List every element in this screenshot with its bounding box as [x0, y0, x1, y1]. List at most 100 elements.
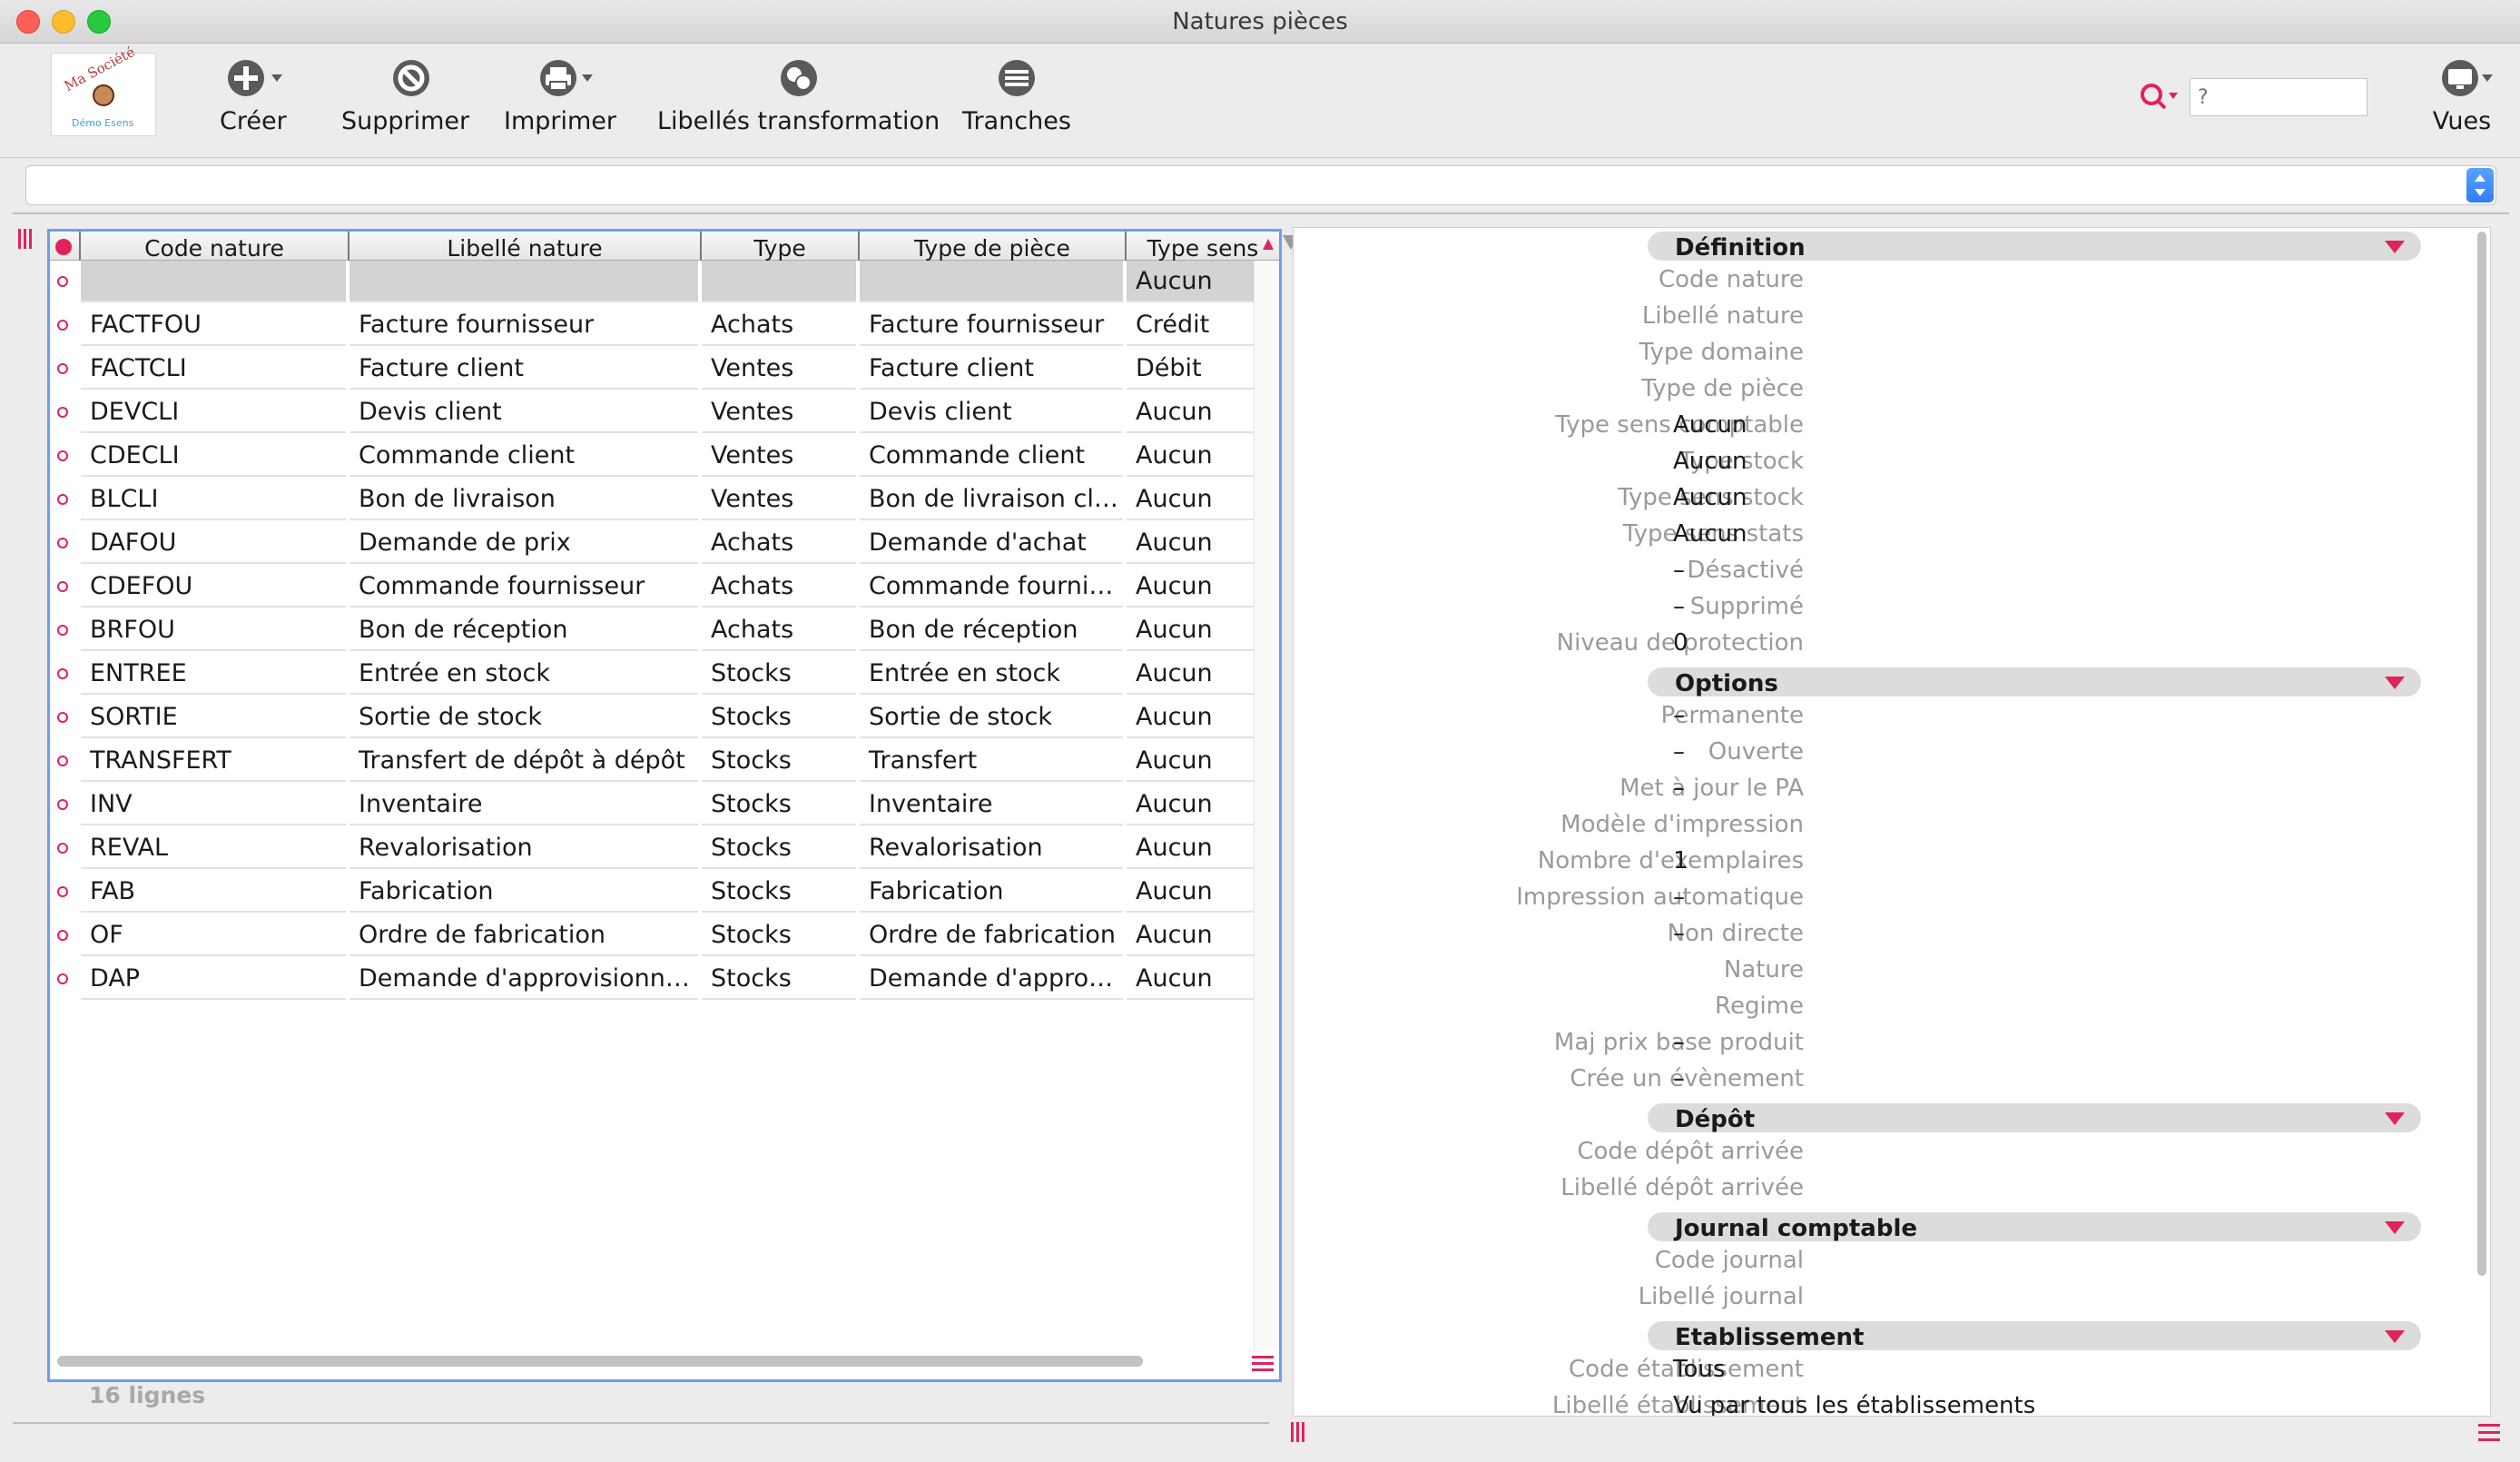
- field-value[interactable]: –: [1673, 736, 1685, 767]
- field-label: Nombre d'exemplaires: [1537, 847, 1804, 874]
- field-value[interactable]: –: [1673, 700, 1685, 731]
- table-row[interactable]: ENTREE Entrée en stock Stocks Entrée en …: [50, 653, 1254, 696]
- section-etablissement[interactable]: Etablissement: [1648, 1321, 2421, 1351]
- field-label: Code dépôt arrivée: [1577, 1138, 1804, 1165]
- cell-code: BLCLI: [81, 479, 346, 520]
- column-header-code[interactable]: Code nature: [81, 232, 349, 262]
- collapse-caret-icon[interactable]: [2385, 1330, 2405, 1343]
- cell-libelle: Fabrication: [349, 871, 698, 913]
- labels-transformation-button[interactable]: Libellés transformation: [657, 54, 940, 135]
- cell-type-piece: Sortie de stock: [860, 696, 1123, 738]
- table-row[interactable]: CDECLI Commande client Ventes Commande c…: [50, 435, 1254, 479]
- field-value[interactable]: –: [1673, 555, 1685, 586]
- field-label: Libellé journal: [1638, 1283, 1804, 1310]
- column-header-type-sens-label: Type sens: [1147, 235, 1259, 262]
- cell-type: Stocks: [702, 827, 856, 869]
- cell-libelle: Ordre de fabrication: [349, 914, 698, 956]
- section-definition[interactable]: Définition: [1648, 232, 2421, 262]
- table-header: Code nature Libellé nature Type Type de …: [50, 232, 1279, 262]
- cell-type: Achats: [702, 304, 856, 346]
- section-depot[interactable]: Dépôt: [1648, 1103, 2421, 1133]
- table-vertical-scrollbar[interactable]: [1254, 261, 1279, 1350]
- section-journal[interactable]: Journal comptable: [1648, 1212, 2421, 1242]
- collapse-caret-icon[interactable]: [2385, 1221, 2405, 1234]
- cell-type-piece: Transfert: [860, 740, 1123, 782]
- table-row[interactable]: OF Ordre de fabrication Stocks Ordre de …: [50, 914, 1254, 958]
- table-row[interactable]: FAB Fabrication Stocks Fabrication Aucun: [50, 871, 1254, 914]
- table-row[interactable]: FACTFOU Facture fournisseur Achats Factu…: [50, 304, 1254, 348]
- cell-libelle: Commande client: [349, 435, 698, 477]
- table-row[interactable]: DAP Demande d'approvisionne... Stocks De…: [50, 958, 1254, 1002]
- collapse-caret-icon[interactable]: [2385, 1112, 2405, 1125]
- cell-type-piece: Devis client: [860, 391, 1123, 433]
- field-value[interactable]: Aucun: [1673, 519, 1747, 549]
- field-value[interactable]: –: [1673, 1063, 1685, 1094]
- column-header-type-piece[interactable]: Type de pièce: [860, 232, 1127, 262]
- column-header-type-sens[interactable]: Type sens: [1127, 232, 1279, 262]
- table-row[interactable]: Aucun: [50, 261, 1254, 304]
- right-panel-resize-handle[interactable]: [1291, 1422, 1309, 1444]
- scroll-thumb[interactable]: [2477, 232, 2486, 1276]
- table-row[interactable]: CDEFOU Commande fournisseur Achats Comma…: [50, 566, 1254, 609]
- field-value[interactable]: 0: [1673, 627, 1688, 658]
- row-marker-icon: [57, 886, 68, 897]
- filter-select[interactable]: [25, 165, 2496, 205]
- ranges-button[interactable]: Tranches: [962, 54, 1071, 135]
- labels-transformation-label: Libellés transformation: [657, 107, 940, 135]
- field-value[interactable]: –: [1673, 882, 1685, 913]
- field-value[interactable]: –: [1673, 591, 1685, 622]
- ranges-label: Tranches: [962, 107, 1071, 135]
- field-value[interactable]: Tous: [1673, 1354, 1725, 1385]
- detail-options-menu-icon[interactable]: [2478, 1424, 2500, 1446]
- field-value[interactable]: Aucun: [1673, 446, 1747, 477]
- detail-scrollbar[interactable]: [2474, 232, 2490, 1276]
- search-icon[interactable]: [2139, 82, 2180, 113]
- field-value[interactable]: Aucun: [1673, 410, 1747, 440]
- field-label: Nature: [1723, 956, 1804, 983]
- section-title: Définition: [1675, 234, 1806, 262]
- field-label: Type de pièce: [1641, 375, 1804, 402]
- select-all-column[interactable]: [50, 232, 81, 261]
- cell-type-piece: Facture fournisseur: [860, 304, 1123, 346]
- field-value[interactable]: –: [1673, 918, 1685, 949]
- cell-type-piece: Commande client: [860, 435, 1123, 477]
- table-row[interactable]: REVAL Revalorisation Stocks Revalorisati…: [50, 827, 1254, 871]
- table-row[interactable]: BRFOU Bon de réception Achats Bon de réc…: [50, 609, 1254, 653]
- field-value[interactable]: Vu par tous les établissements: [1673, 1390, 2035, 1416]
- delete-button[interactable]: Supprimer: [341, 54, 469, 135]
- cell-code: FAB: [81, 871, 346, 913]
- table-row[interactable]: BLCLI Bon de livraison Ventes Bon de liv…: [50, 479, 1254, 522]
- field-value[interactable]: –: [1673, 1027, 1685, 1058]
- table-horizontal-scrollbar[interactable]: [57, 1356, 1143, 1367]
- field-value[interactable]: –: [1673, 773, 1685, 804]
- list-options-menu-icon[interactable]: [1252, 1356, 1274, 1374]
- delete-label: Supprimer: [341, 107, 470, 135]
- field-value[interactable]: 1: [1673, 845, 1688, 876]
- row-marker-icon: [57, 276, 68, 287]
- cell-code: DAP: [81, 958, 346, 1000]
- create-button[interactable]: Créer: [220, 54, 287, 135]
- left-panel-resize-handle[interactable]: [18, 229, 36, 251]
- table-row[interactable]: DAFOU Demande de prix Achats Demande d'a…: [50, 522, 1254, 566]
- row-marker-icon: [57, 494, 68, 505]
- table-row[interactable]: FACTCLI Facture client Ventes Facture cl…: [50, 348, 1254, 391]
- field-value[interactable]: Aucun: [1673, 482, 1747, 513]
- table-row[interactable]: SORTIE Sortie de stock Stocks Sortie de …: [50, 696, 1254, 740]
- cell-type: Stocks: [702, 784, 856, 825]
- search-input[interactable]: [2190, 78, 2367, 116]
- print-button[interactable]: Imprimer: [504, 54, 616, 135]
- table-row[interactable]: INV Inventaire Stocks Inventaire Aucun: [50, 784, 1254, 827]
- collapse-caret-icon[interactable]: [2385, 241, 2405, 253]
- collapse-caret-icon[interactable]: [2385, 677, 2405, 689]
- row-marker-icon: [57, 799, 68, 810]
- column-header-type[interactable]: Type: [702, 232, 860, 262]
- cell-type-sens: Aucun: [1127, 566, 1254, 608]
- section-options[interactable]: Options: [1648, 667, 2421, 697]
- column-header-libelle[interactable]: Libellé nature: [349, 232, 702, 262]
- cell-libelle: [349, 261, 698, 302]
- table-row[interactable]: DEVCLI Devis client Ventes Devis client …: [50, 391, 1254, 435]
- cell-type: Achats: [702, 566, 856, 608]
- views-button[interactable]: Vues: [2429, 54, 2495, 135]
- filter-stepper-icon[interactable]: [2466, 168, 2494, 203]
- table-row[interactable]: TRANSFERT Transfert de dépôt à dépôt Sto…: [50, 740, 1254, 784]
